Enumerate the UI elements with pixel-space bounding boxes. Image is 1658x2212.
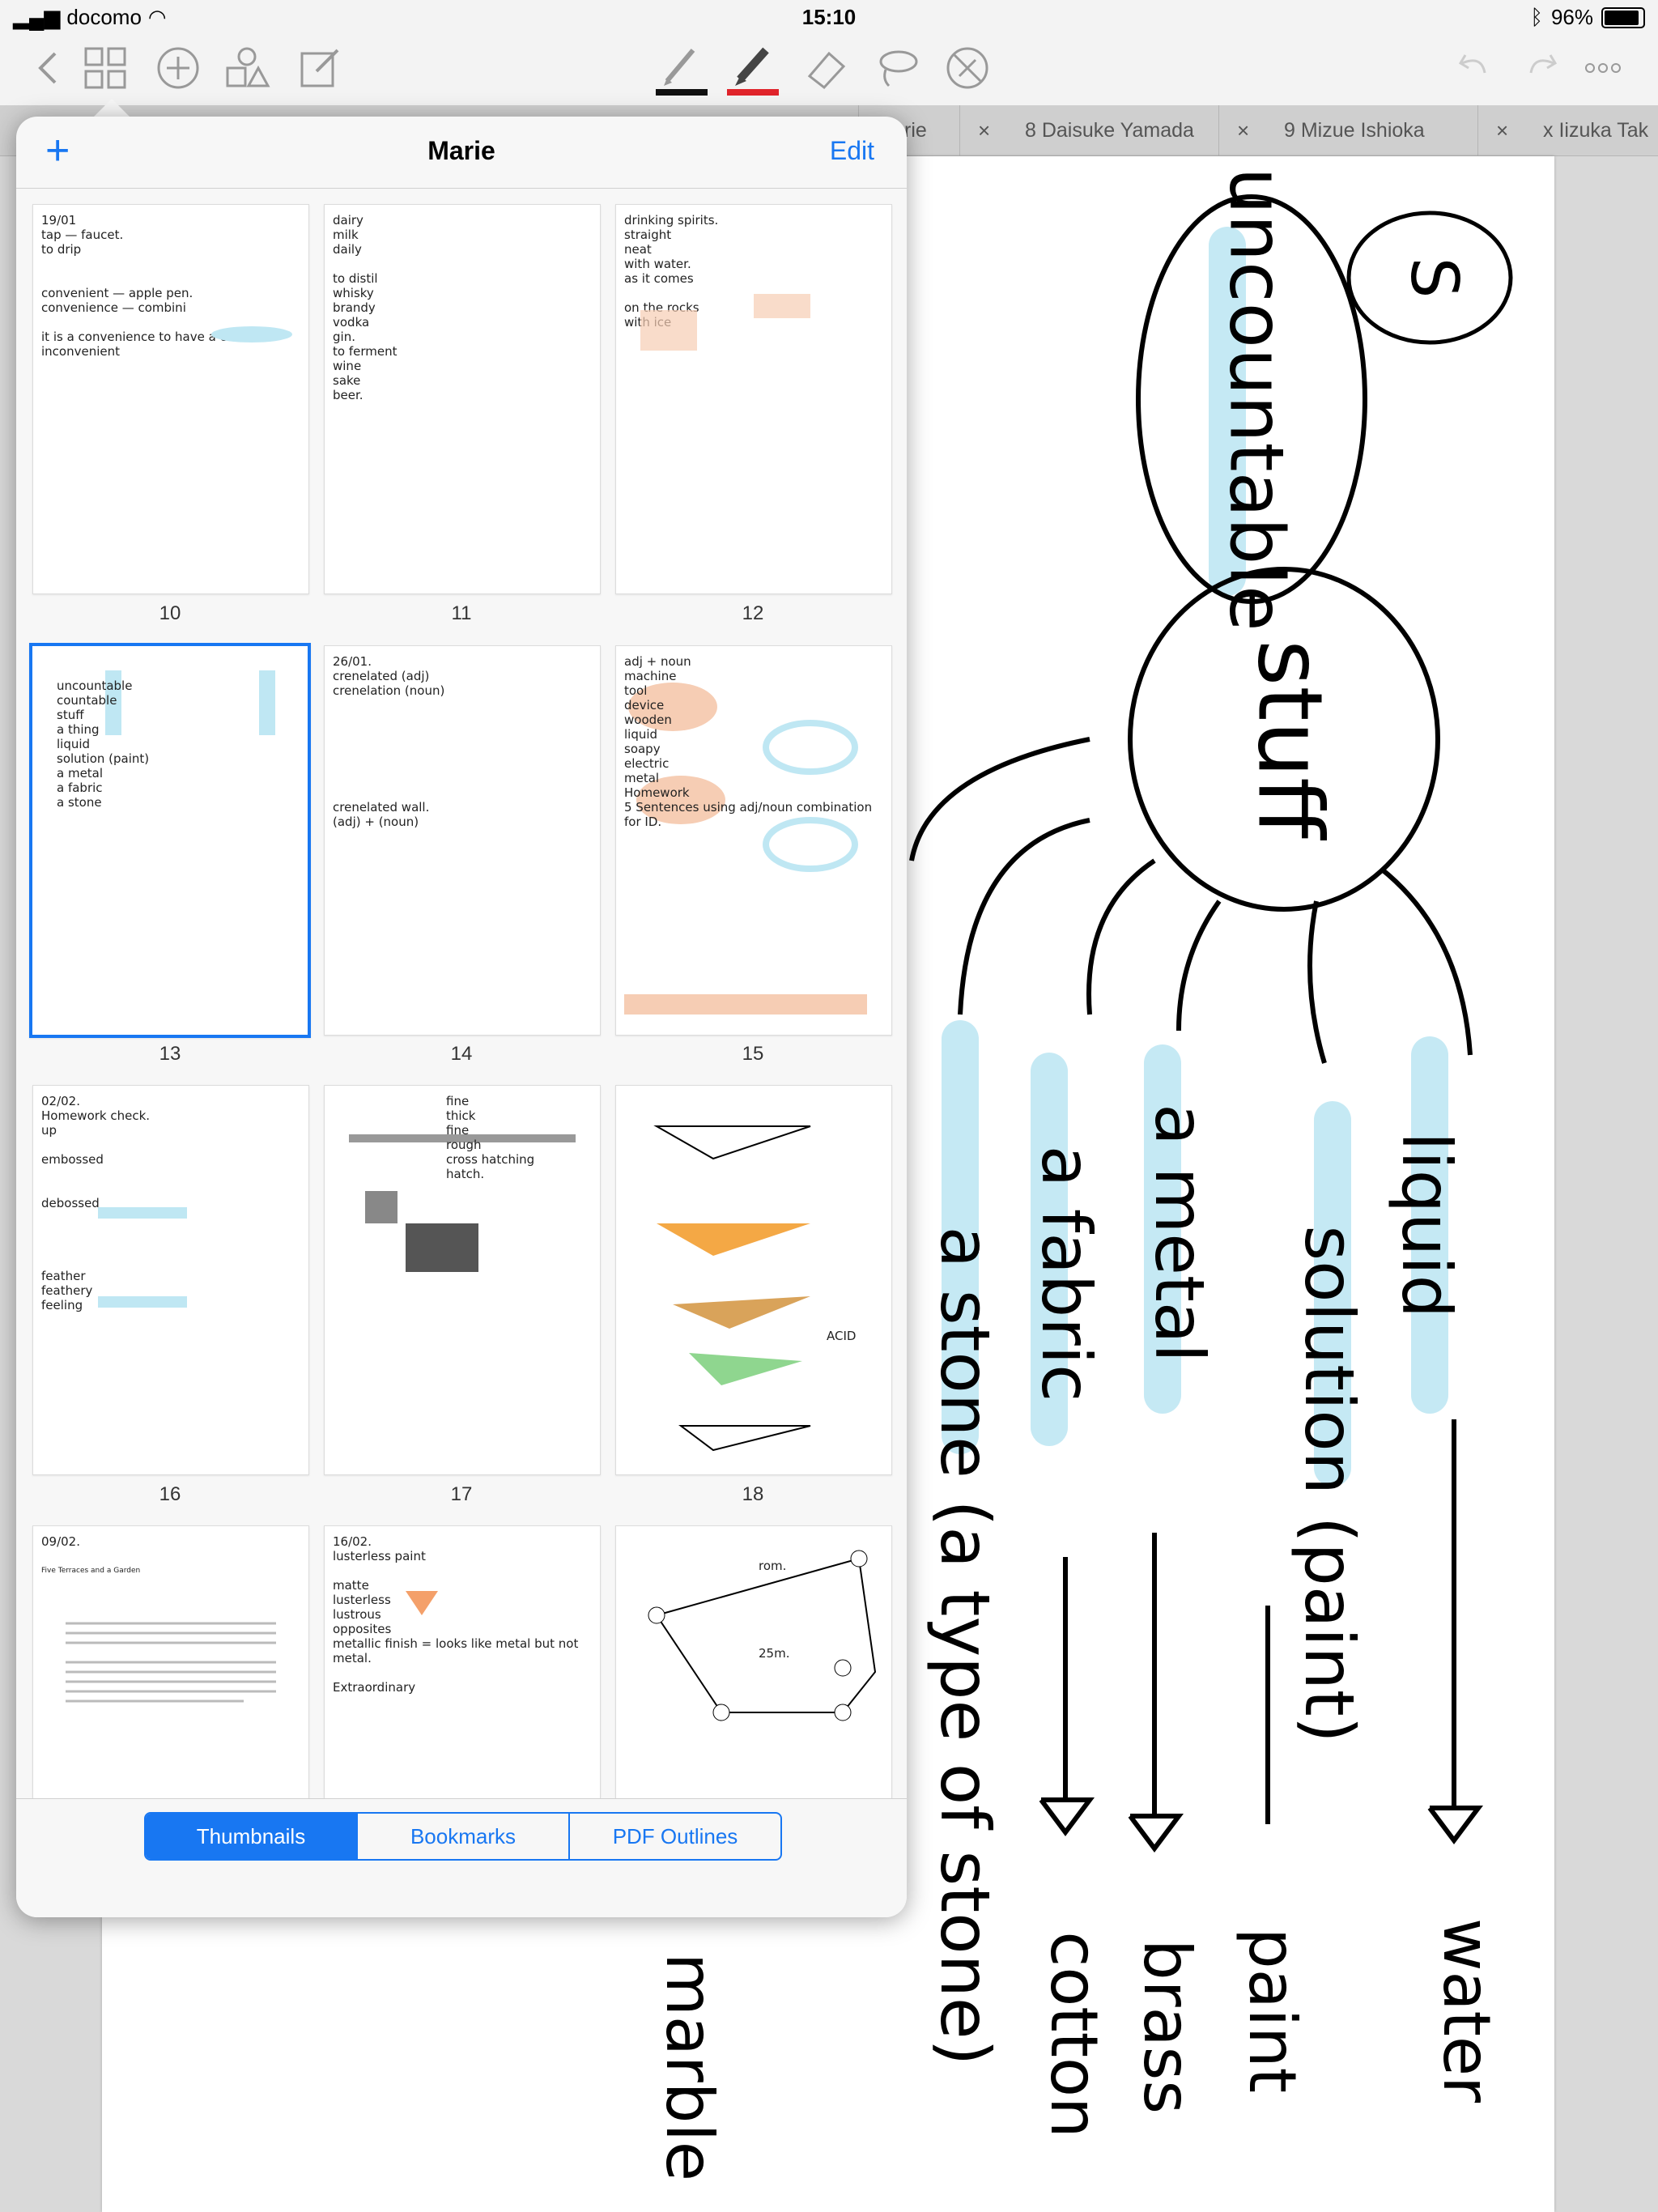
popover-title: Marie [427, 136, 495, 165]
highlighter-color-bar [727, 89, 779, 96]
branch-metal: a metal [1140, 1104, 1219, 1362]
page-number: 14 [450, 1043, 473, 1065]
page-number: 16 [159, 1483, 181, 1505]
page-thumbnail[interactable]: 16/02. lusterless paint matte lusterless lus… [324, 1525, 601, 1799]
branch-stone: a stone (a type of stone) [925, 1227, 1005, 2066]
thumb-text: 02/02. Homework check. up embossed debossed f… [41, 1094, 151, 1312]
thumbnails-popover: + Marie Edit 19/01 tap — faucet. to drip co… [16, 117, 907, 1917]
segment-bookmarks[interactable]: Bookmarks [358, 1814, 570, 1859]
result-brass: brass [1129, 1939, 1205, 2114]
page-number: 11 [451, 602, 472, 624]
uncountable-word: uncountable [1214, 167, 1300, 631]
edit-button[interactable]: Edit [830, 136, 874, 166]
more-icon[interactable] [1579, 44, 1627, 92]
popover-arrow [94, 99, 130, 117]
status-right: ᛒ 96% [1530, 5, 1645, 30]
tab-label: 8 Daisuke Yamada [1025, 119, 1194, 142]
page-number: 17 [450, 1483, 473, 1505]
toolbar [0, 32, 1658, 105]
battery-icon [1601, 6, 1645, 28]
page-number: 13 [159, 1043, 181, 1065]
page-thumbnail[interactable]: rom. 25m. [615, 1525, 892, 1799]
eraser-icon[interactable] [801, 44, 850, 92]
tab-label: x Iizuka Tak [1543, 119, 1649, 142]
thumb-text: uncountable countable stuff a thing liquid so… [57, 678, 150, 810]
back-icon[interactable] [24, 44, 73, 92]
segment-thumbnails[interactable]: Thumbnails [146, 1814, 358, 1859]
segment-pdf-outlines[interactable]: PDF Outlines [570, 1814, 780, 1859]
circle-letter: S [1397, 257, 1472, 299]
thumb-text: dairy milk daily to distil whisky brandy vodka… [333, 213, 397, 402]
lasso-icon[interactable] [873, 44, 921, 92]
thumb-text: rom. 25m. [759, 1559, 790, 1661]
page-thumbnail-selected[interactable]: uncountable countable stuff a thing liquid so… [29, 643, 311, 1038]
grid-icon[interactable] [81, 44, 130, 92]
bluetooth-icon: ᛒ [1530, 5, 1543, 29]
page-thumbnail[interactable]: 02/02. Homework check. up embossed debossed f… [32, 1085, 309, 1475]
branch-fabric: a fabric [1027, 1146, 1106, 1402]
result-marble: marble [652, 1953, 727, 2181]
close-icon[interactable]: × [978, 105, 990, 155]
view-segmented-control[interactable]: Thumbnails Bookmarks PDF Outlines [144, 1812, 782, 1861]
shapes-icon[interactable] [223, 44, 271, 92]
thumb-text: fine thick fine rough cross hatching hatch. [446, 1094, 535, 1181]
page-number: 15 [742, 1043, 764, 1065]
thumbnail-grid[interactable]: 19/01 tap — faucet. to drip convenient — ap… [16, 188, 907, 1799]
page-thumbnail[interactable]: drinking spirits. straight neat with water.… [615, 204, 892, 594]
add-icon[interactable] [154, 44, 202, 92]
status-bar: ▂▄▆ docomo ◠ 15:10 ᛒ 96% [0, 0, 1658, 32]
tab-label: rie [904, 119, 927, 142]
battery-label: 96% [1550, 5, 1593, 29]
pen-color-bar [656, 89, 708, 96]
tab-item[interactable]: × 9 Mizue Ishioka [1218, 105, 1478, 155]
branch-solution: solution (paint) [1290, 1225, 1369, 1742]
page-number: 18 [742, 1483, 764, 1505]
result-paint: paint [1235, 1928, 1310, 2093]
page-thumbnail[interactable]: adj + noun machine tool device wooden liquid s… [615, 645, 892, 1036]
segment-bar: Thumbnails Bookmarks PDF Outlines [16, 1798, 907, 1917]
stuff-word: stuff [1239, 640, 1342, 840]
result-water: water [1429, 1918, 1504, 2103]
highlighter-icon[interactable] [729, 44, 777, 92]
thumb-text: adj + noun machine tool device wooden liquid s… [624, 654, 873, 829]
status-time: 15:10 [801, 5, 857, 29]
page-thumbnail[interactable]: dairy milk daily to distil whisky brandy vodka… [324, 204, 601, 594]
close-icon[interactable]: × [1496, 105, 1508, 155]
undo-icon[interactable] [1449, 44, 1498, 92]
no-pen-icon[interactable] [943, 44, 992, 92]
redo-icon[interactable] [1518, 44, 1567, 92]
page-number: 10 [159, 602, 181, 624]
tab-label: 9 Mizue Ishioka [1284, 119, 1425, 142]
tab-item[interactable]: × 8 Daisuke Yamada [959, 105, 1219, 155]
page-thumbnail[interactable]: 19/01 tap — faucet. to drip convenient — ap… [32, 204, 309, 594]
page-thumbnail[interactable]: 09/02. Five Terraces and a Garden [32, 1525, 309, 1799]
result-cotton: cotton [1036, 1931, 1112, 2138]
popover-header: + Marie Edit [16, 117, 907, 189]
page-thumbnail[interactable]: 26/01. crenelated (adj) crenelation (noun)… [324, 645, 601, 1036]
compose-icon[interactable] [295, 44, 344, 92]
thumb-text: ACID [827, 1329, 857, 1343]
tab-item[interactable]: × x Iizuka Tak [1477, 105, 1658, 155]
page-thumbnail[interactable]: ACID [615, 1085, 892, 1475]
thumb-text: 26/01. crenelated (adj) crenelation (noun)… [333, 654, 445, 829]
page-number: 12 [742, 602, 764, 624]
pen-icon[interactable] [656, 44, 704, 92]
close-icon[interactable]: × [1237, 105, 1249, 155]
branch-liquid: liquid [1387, 1132, 1466, 1318]
page-thumbnail[interactable]: fine thick fine rough cross hatching hatch. [324, 1085, 601, 1475]
